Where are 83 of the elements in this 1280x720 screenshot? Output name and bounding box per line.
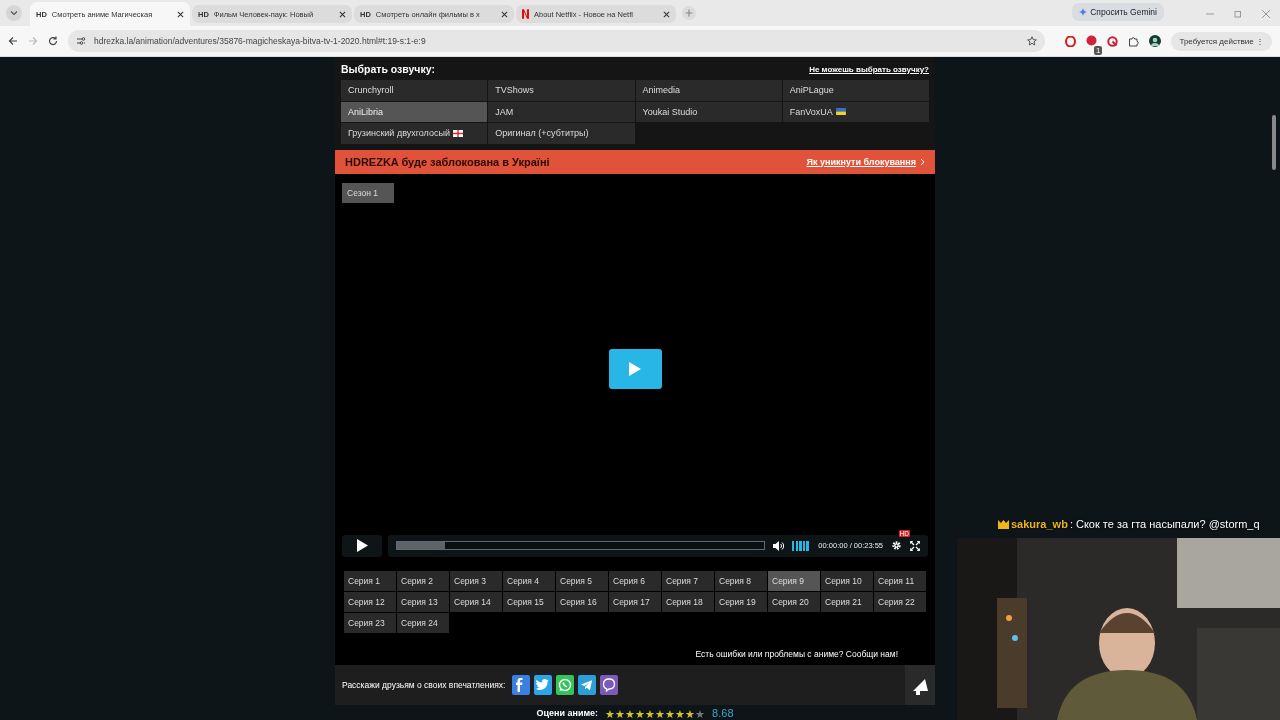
voice-option[interactable]: FanVoxUA <box>782 101 929 122</box>
progress-bar[interactable] <box>396 541 766 550</box>
episode-button[interactable]: Серия 8 <box>715 570 767 591</box>
banner-text: HDREZKA буде заблокована в Україні <box>345 155 550 168</box>
episode-button[interactable]: Серия 23 <box>344 612 396 633</box>
share-label: Расскажи друзьям о своих впечатлениях: <box>342 680 506 690</box>
help-link[interactable]: Не можешь выбрать озвучку? <box>809 64 929 74</box>
extensions-puzzle-icon[interactable] <box>1128 35 1140 47</box>
close-icon[interactable] <box>339 10 346 18</box>
opera-icon[interactable] <box>1065 35 1077 47</box>
episode-button[interactable]: Серия 13 <box>397 591 449 612</box>
episode-button[interactable]: Серия 1 <box>344 570 396 591</box>
rating-value: 8.68 <box>712 707 734 719</box>
voice-option[interactable]: Грузинский двухголосый <box>341 123 488 144</box>
telegram-share-icon[interactable] <box>578 675 597 695</box>
bookmark-star-icon[interactable] <box>1027 36 1038 46</box>
season-tab[interactable]: Сезон 1 <box>342 182 394 203</box>
rating-label: Оцени аниме: <box>536 708 599 718</box>
banner-link[interactable]: Як уникнути блокування <box>806 156 925 167</box>
episode-button[interactable]: Серия 14 <box>450 591 502 612</box>
site-settings-icon[interactable] <box>76 36 86 46</box>
volume-level[interactable] <box>792 540 811 551</box>
viber-share-icon[interactable] <box>600 675 619 695</box>
back-icon[interactable] <box>8 36 18 46</box>
rating-stars[interactable]: ★★★★★★★★★★ <box>605 704 706 720</box>
volume-icon[interactable] <box>773 540 785 551</box>
episode-button[interactable]: Серия 2 <box>397 570 449 591</box>
episode-button[interactable]: Серия 17 <box>609 591 661 612</box>
tab-search-icon[interactable] <box>6 5 22 21</box>
report-text[interactable]: Есть ошибки или проблемы с аниме? Сообщи нам! <box>695 649 898 659</box>
extension-badge: 1 <box>1094 46 1103 55</box>
address-bar[interactable]: hdrezka.la/animation/adventures/35876-magicheskaya-bitva-tv-1-2020.html#t:19-s:1-e:9 <box>68 30 1046 52</box>
settings-icon[interactable] <box>891 539 902 551</box>
chevron-icon <box>920 157 925 166</box>
play-icon <box>356 539 368 552</box>
episode-button[interactable]: Серия 9 <box>768 570 820 591</box>
close-icon[interactable] <box>501 10 508 18</box>
close-icon[interactable] <box>663 10 670 18</box>
scrollbar[interactable] <box>1272 115 1276 170</box>
episode-button[interactable]: Серия 7 <box>662 570 714 591</box>
episode-button[interactable]: Серия 15 <box>503 591 555 612</box>
chat-text: : Скок те за гта насыпали? @storm_q <box>1069 518 1260 530</box>
episode-button[interactable]: Серия 5 <box>556 570 608 591</box>
episode-button[interactable]: Серия 19 <box>715 591 767 612</box>
voice-option[interactable]: Youkai Studio <box>635 101 782 122</box>
episode-button[interactable]: Серия 10 <box>821 570 873 591</box>
episode-button[interactable]: Серия 12 <box>344 591 396 612</box>
extension-icon[interactable] <box>1086 35 1098 46</box>
voice-option[interactable]: AniPLague <box>782 80 929 101</box>
sparkle-icon <box>1079 8 1088 16</box>
profile-avatar-icon[interactable] <box>1149 35 1162 47</box>
chat-username: sakura_wb <box>1011 518 1068 530</box>
play-button[interactable] <box>608 348 662 389</box>
episode-button[interactable]: Серия 11 <box>874 570 926 591</box>
episode-button[interactable]: Серия 21 <box>821 591 873 612</box>
play-icon <box>628 360 642 377</box>
voice-option[interactable]: Оригинал (+субтитры) <box>488 123 635 144</box>
play-button[interactable] <box>342 534 382 557</box>
voice-option[interactable]: JAM <box>488 101 635 122</box>
episode-button[interactable]: Серия 20 <box>768 591 820 612</box>
whatsapp-share-icon[interactable] <box>556 675 575 695</box>
episode-button[interactable]: Серия 4 <box>503 570 555 591</box>
facebook-share-icon[interactable] <box>512 675 531 695</box>
netflix-icon <box>522 9 529 19</box>
voice-option[interactable]: Crunchyroll <box>341 80 488 101</box>
fullscreen-icon[interactable] <box>910 540 920 551</box>
reload-icon[interactable] <box>48 36 58 46</box>
voice-option[interactable]: TVShows <box>488 80 635 101</box>
extension-icon[interactable] <box>1107 35 1119 47</box>
section-title: Выбрать озвучку: <box>341 63 435 75</box>
episode-button[interactable]: Серия 3 <box>450 570 502 591</box>
episode-button[interactable]: Серия 24 <box>397 612 449 633</box>
episode-button[interactable]: Серия 22 <box>874 591 926 612</box>
twitter-share-icon[interactable] <box>534 675 553 695</box>
episode-button[interactable]: Серия 16 <box>556 591 608 612</box>
voice-option[interactable]: Animedia <box>635 80 782 101</box>
crown-icon <box>998 519 1009 529</box>
profile-button[interactable]: Требуется действие ⋮ <box>1171 31 1272 51</box>
episode-button[interactable]: Серия 6 <box>609 570 661 591</box>
gemini-button[interactable]: Спросить Gemini <box>1072 3 1164 21</box>
episode-button[interactable]: Серия 18 <box>662 591 714 612</box>
voice-option[interactable]: AniLibria <box>341 101 488 122</box>
close-icon[interactable] <box>177 10 184 18</box>
